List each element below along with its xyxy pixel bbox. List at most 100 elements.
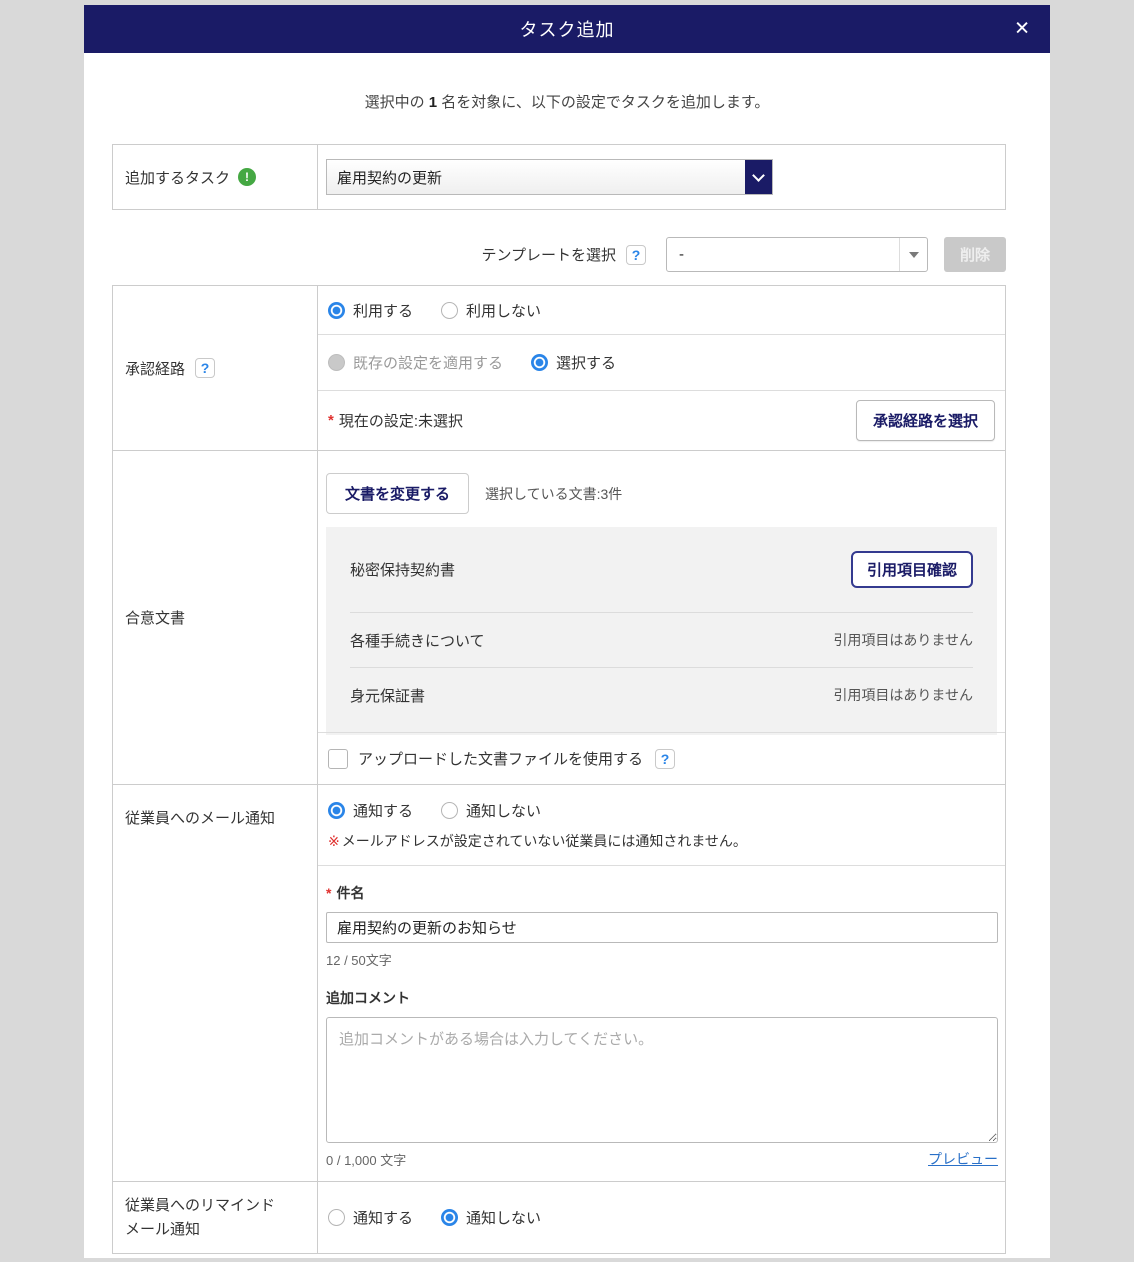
task-label-text: 追加するタスク bbox=[125, 167, 230, 188]
radio-label: 通知する bbox=[353, 1207, 413, 1228]
task-select[interactable]: 雇用契約の更新 bbox=[326, 159, 773, 195]
upload-file-checkbox[interactable] bbox=[328, 749, 348, 769]
required-mark: * bbox=[328, 412, 334, 429]
approval-row: 承認経路 ? 利用する 利用しない 既存の bbox=[113, 286, 1005, 450]
radio-reminder-no[interactable]: 通知しない bbox=[441, 1207, 541, 1228]
approval-mode-options: 既存の設定を適用する 選択する bbox=[318, 334, 1005, 390]
approval-row-content: 利用する 利用しない 既存の設定を適用する 選択する bbox=[318, 286, 1005, 450]
document-name: 秘密保持契約書 bbox=[350, 559, 455, 580]
radio-unselected-icon bbox=[441, 802, 458, 819]
mail-notify-options: 通知する 通知しない ※メールアドレスが設定されていない従業員には通知されません… bbox=[318, 785, 1005, 865]
comment-footer: 0 / 1,000 文字 プレビュー bbox=[326, 1149, 998, 1169]
documents-row-content: 文書を変更する 選択している文書:3件 秘密保持契約書 引用項目確認 各種手続き… bbox=[318, 451, 1005, 784]
upload-file-checkbox-label[interactable]: アップロードした文書ファイルを使用する bbox=[358, 748, 643, 769]
reminder-options: 通知する 通知しない bbox=[318, 1182, 1005, 1253]
template-select[interactable]: - bbox=[666, 237, 928, 272]
approval-use-options: 利用する 利用しない bbox=[318, 286, 1005, 334]
radio-use-yes[interactable]: 利用する bbox=[328, 300, 413, 321]
add-task-dialog: タスク追加 ✕ 選択中の 1 名を対象に、以下の設定でタスクを追加します。 追加… bbox=[84, 5, 1050, 1258]
mail-notification-row: 従業員へのメール通知 通知する 通知しない bbox=[113, 784, 1005, 1181]
document-name: 各種手続きについて bbox=[350, 630, 485, 651]
subject-label-row: * 件名 bbox=[326, 883, 997, 903]
documents-list: 秘密保持契約書 引用項目確認 各種手続きについて 引用項目はありません 身元保証… bbox=[326, 527, 997, 735]
radio-label: 利用しない bbox=[466, 300, 541, 321]
radio-selected-icon bbox=[441, 1209, 458, 1226]
task-row-label: 追加するタスク ! bbox=[113, 145, 318, 209]
subtitle-prefix: 選択中の bbox=[365, 94, 429, 111]
subject-input[interactable] bbox=[326, 912, 998, 943]
dialog-subtitle: 選択中の 1 名を対象に、以下の設定でタスクを追加します。 bbox=[84, 91, 1050, 112]
radio-label: 選択する bbox=[556, 352, 616, 373]
comment-counter: 0 / 1,000 文字 bbox=[326, 1150, 406, 1169]
dialog-header: タスク追加 ✕ bbox=[84, 5, 1050, 53]
document-note: 引用項目はありません bbox=[833, 685, 973, 705]
documents-list-area: 文書を変更する 選択している文書:3件 秘密保持契約書 引用項目確認 各種手続き… bbox=[318, 451, 1005, 732]
upload-file-option-row: アップロードした文書ファイルを使用する ? bbox=[318, 732, 1005, 784]
dropdown-arrow-icon bbox=[899, 238, 927, 271]
radio-unselected-icon bbox=[441, 302, 458, 319]
radio-disabled-icon bbox=[328, 354, 345, 371]
radio-label: 通知する bbox=[353, 800, 413, 821]
select-approval-route-button[interactable]: 承認経路を選択 bbox=[856, 400, 995, 441]
documents-head: 文書を変更する 選択している文書:3件 bbox=[326, 473, 997, 514]
task-row-content: 雇用契約の更新 bbox=[318, 145, 1005, 209]
template-row: テンプレートを選択 ? - 削除 bbox=[112, 237, 1006, 272]
chevron-down-icon bbox=[745, 160, 772, 194]
radio-use-no[interactable]: 利用しない bbox=[441, 300, 541, 321]
approval-row-label: 承認経路 ? bbox=[113, 286, 318, 450]
required-mark: * bbox=[326, 885, 331, 901]
template-label: テンプレートを選択 bbox=[481, 244, 616, 265]
radio-notify-no[interactable]: 通知しない bbox=[441, 800, 541, 821]
documents-label-text: 合意文書 bbox=[125, 607, 185, 628]
reminder-row: 従業員へのリマインド メール通知 通知する 通知しない bbox=[113, 1181, 1005, 1253]
selected-documents-info: 選択している文書:3件 bbox=[485, 484, 622, 504]
dialog-title: タスク追加 bbox=[520, 16, 615, 42]
documents-row: 合意文書 文書を変更する 選択している文書:3件 秘密保持契約書 引用項目確認 bbox=[113, 450, 1005, 784]
reminder-label-line1: 従業員へのリマインド bbox=[125, 1194, 275, 1217]
mail-notification-row-content: 通知する 通知しない ※メールアドレスが設定されていない従業員には通知されません… bbox=[318, 785, 1005, 1181]
reminder-row-label: 従業員へのリマインド メール通知 bbox=[113, 1182, 318, 1253]
current-setting-text: * 現在の設定:未選択 bbox=[328, 410, 463, 431]
preview-link[interactable]: プレビュー bbox=[928, 1149, 998, 1169]
delete-button[interactable]: 削除 bbox=[944, 237, 1006, 272]
help-icon[interactable]: ? bbox=[626, 245, 646, 265]
approval-label-text: 承認経路 bbox=[125, 358, 185, 379]
subject-counter: 12 / 50文字 bbox=[326, 950, 997, 969]
mail-notification-label-text: 従業員へのメール通知 bbox=[125, 807, 275, 828]
note-text: メールアドレスが設定されていない従業員には通知されません。 bbox=[342, 833, 747, 849]
mail-content-area: * 件名 12 / 50文字 追加コメント 0 / 1,000 文字 プレビュー bbox=[318, 865, 1005, 1181]
reminder-label-line2: メール通知 bbox=[125, 1218, 275, 1241]
radio-select-route[interactable]: 選択する bbox=[531, 352, 616, 373]
settings-table: 承認経路 ? 利用する 利用しない 既存の bbox=[112, 285, 1006, 1254]
document-item: 各種手続きについて 引用項目はありません bbox=[350, 612, 973, 667]
radio-notify-yes[interactable]: 通知する bbox=[328, 800, 413, 821]
radio-apply-existing: 既存の設定を適用する bbox=[328, 352, 503, 373]
radio-label: 利用する bbox=[353, 300, 413, 321]
radio-label: 通知しない bbox=[466, 1207, 541, 1228]
subtitle-suffix: 名を対象に、以下の設定でタスクを追加します。 bbox=[437, 94, 769, 111]
document-item: 秘密保持契約書 引用項目確認 bbox=[350, 527, 973, 612]
current-setting-value: 現在の設定:未選択 bbox=[339, 410, 463, 431]
mail-notification-row-label: 従業員へのメール通知 bbox=[113, 785, 318, 1181]
help-icon[interactable]: ? bbox=[655, 749, 675, 769]
radio-unselected-icon bbox=[328, 1209, 345, 1226]
radio-label: 通知しない bbox=[466, 800, 541, 821]
template-select-value: - bbox=[679, 246, 684, 263]
comment-textarea[interactable] bbox=[326, 1017, 998, 1143]
help-icon[interactable]: ? bbox=[195, 358, 215, 378]
task-select-value: 雇用契約の更新 bbox=[337, 167, 442, 188]
quote-items-confirm-button[interactable]: 引用項目確認 bbox=[851, 551, 973, 588]
radio-label: 既存の設定を適用する bbox=[353, 352, 503, 373]
task-row: 追加するタスク ! 雇用契約の更新 bbox=[112, 144, 1006, 210]
subtitle-count: 1 bbox=[429, 94, 437, 111]
document-name: 身元保証書 bbox=[350, 685, 425, 706]
document-note: 引用項目はありません bbox=[833, 630, 973, 650]
change-documents-button[interactable]: 文書を変更する bbox=[326, 473, 469, 514]
approval-current-setting-row: * 現在の設定:未選択 承認経路を選択 bbox=[318, 390, 1005, 450]
document-item: 身元保証書 引用項目はありません bbox=[350, 667, 973, 722]
radio-reminder-yes[interactable]: 通知する bbox=[328, 1207, 413, 1228]
close-icon[interactable]: ✕ bbox=[1014, 20, 1030, 39]
info-icon: ! bbox=[238, 168, 256, 186]
subject-label: 件名 bbox=[336, 883, 364, 903]
mail-note: ※メールアドレスが設定されていない従業員には通知されません。 bbox=[328, 831, 995, 851]
